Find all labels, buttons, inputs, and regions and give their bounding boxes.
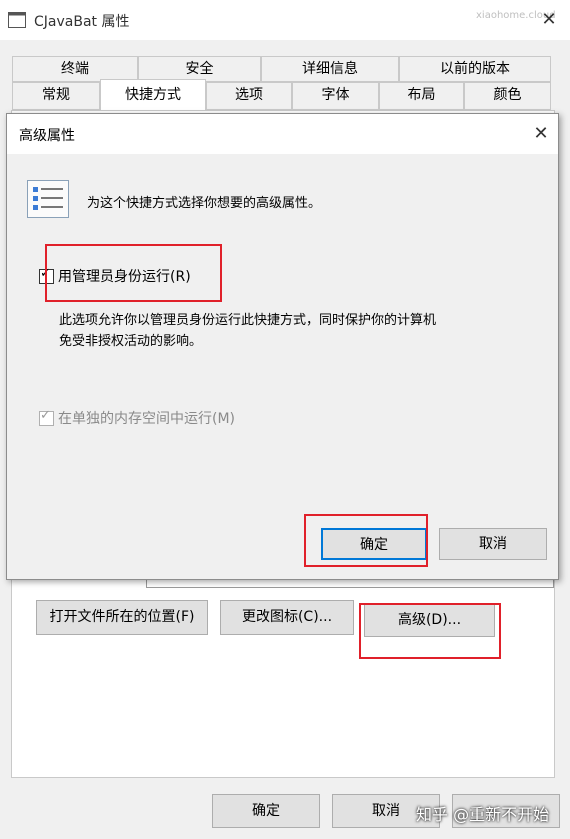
ok-button[interactable]: 确定 [212,794,320,828]
highlight-run-as-admin [45,244,222,302]
check-icon: ✓ [40,407,51,423]
highlight-advanced-button [359,603,501,659]
tab-general[interactable]: 常规 [12,82,100,110]
open-file-location-button[interactable]: 打开文件所在的位置(F) [36,600,208,635]
dialog-close-icon[interactable]: ✕ [529,122,553,146]
highlight-dialog-ok [304,514,428,567]
tab-label: 字体 [321,87,350,103]
tab-label: 快捷方式 [125,87,181,103]
tab-label: 常规 [42,87,70,103]
admin-info-line1: 此选项允许你以管理员身份运行此快捷方式，同时保护你的计算机 [59,313,437,328]
tab-shortcut[interactable]: 快捷方式 [100,79,206,111]
button-label: 打开文件所在的位置(F) [49,609,195,625]
tab-layout[interactable]: 布局 [379,82,464,110]
tab-label: 布局 [407,87,436,103]
admin-info-line2: 免受非授权活动的影响。 [59,334,203,349]
tab-previous-versions[interactable]: 以前的版本 [399,56,551,82]
tab-label: 选项 [235,87,263,103]
tab-options[interactable]: 选项 [206,82,292,110]
advanced-properties-dialog: 高级属性 ✕ 为这个快捷方式选择你想要的高级属性。 ✓ 用管理员身份运行(R) … [6,113,559,580]
window-title: CJavaBat 属性 [34,14,130,30]
button-label: 取消 [479,536,507,552]
properties-list-icon [27,180,69,218]
separate-memory-checkbox: ✓ [39,407,54,426]
dialog-cancel-button[interactable]: 取消 [439,528,547,560]
window-titlebar: CJavaBat 属性 xiaohome.cloud ✕ [0,0,570,40]
app-icon [8,12,26,28]
dialog-titlebar: 高级属性 ✕ [7,114,558,154]
dialog-description: 为这个快捷方式选择你想要的高级属性。 [87,196,322,211]
window-close-icon[interactable]: ✕ [536,8,562,32]
dialog-title: 高级属性 [19,128,75,144]
tab-colors[interactable]: 颜色 [464,82,551,110]
footer-watermark: 知乎 @重新不开始 [416,805,550,824]
button-label: 更改图标(C)... [241,609,333,625]
tab-label: 终端 [61,61,89,77]
tab-label: 安全 [185,61,214,77]
tab-details[interactable]: 详细信息 [261,56,399,82]
tab-font[interactable]: 字体 [292,82,379,110]
change-icon-button[interactable]: 更改图标(C)... [220,600,354,635]
tab-label: 详细信息 [302,61,358,77]
separate-memory-checkbox-row: ✓ 在单独的内存空间中运行(M) [39,408,235,428]
separate-memory-label: 在单独的内存空间中运行(M) [58,411,236,427]
button-label: 确定 [252,803,280,819]
tab-label: 颜色 [493,87,522,103]
tab-label: 以前的版本 [440,61,510,77]
button-label: 取消 [372,803,400,819]
